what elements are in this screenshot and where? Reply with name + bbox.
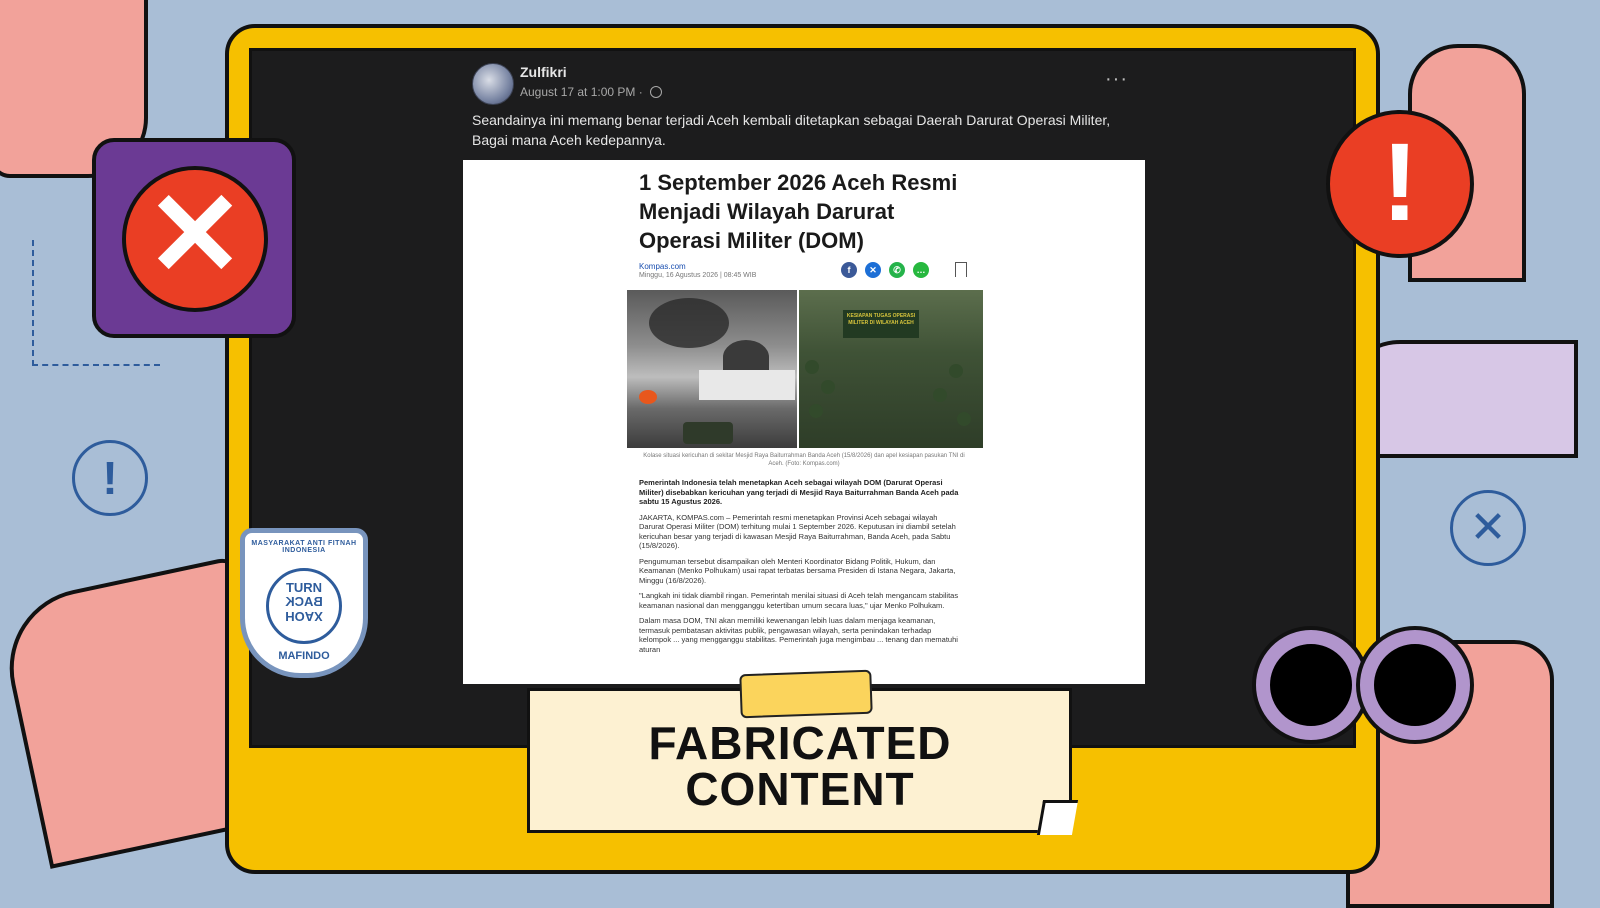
- more-options-icon[interactable]: ···: [1105, 68, 1128, 91]
- close-icon: ✕: [122, 166, 268, 312]
- soldier-shape: [933, 388, 947, 402]
- smoke-shape: [649, 298, 729, 348]
- binocular-lens: [1360, 630, 1470, 740]
- article-paragraph: Dalam masa DOM, TNI akan memiliki kewena…: [639, 616, 958, 654]
- troops-banner: KESIAPAN TUGAS OPERASI MILITER DI WILAYA…: [843, 310, 919, 338]
- article-body: Pemerintah Indonesia telah menetapkan Ac…: [639, 478, 959, 660]
- logo-ring-text: MASYARAKAT ANTI FITNAH INDONESIA: [251, 540, 357, 554]
- bookmark-icon: [955, 262, 967, 277]
- soldier-shape: [821, 380, 835, 394]
- post-author[interactable]: Zulfikri: [520, 64, 567, 80]
- logo-core-line: TURN: [285, 580, 323, 595]
- soldier-shape: [805, 360, 819, 374]
- logo-core: TURN BACK HOAX: [266, 568, 342, 644]
- soldier-shape: [949, 364, 963, 378]
- article-headline: 1 September 2026 Aceh Resmi Menjadi Wila…: [639, 170, 958, 253]
- binocular-lens: [1256, 630, 1366, 740]
- verdict-line-1: FABRICATED: [648, 717, 952, 769]
- binoculars-icon: [1256, 630, 1506, 740]
- article-source: Kompas.com: [639, 262, 686, 271]
- page-fold-decoration: [1036, 800, 1079, 835]
- verdict-label: FABRICATED CONTENT: [560, 720, 1040, 812]
- logo-core-line: BACK: [285, 594, 323, 609]
- soldier-shape: [957, 412, 971, 426]
- speech-alert-icon: !: [72, 440, 148, 516]
- mosque-body-shape: [699, 370, 795, 400]
- line-icon: …: [913, 262, 929, 278]
- logo-bottom-text: MAFINDO: [278, 650, 330, 662]
- x-icon: ✕: [865, 262, 881, 278]
- article-lead: Pemerintah Indonesia telah menetapkan Ac…: [639, 478, 959, 506]
- article-paragraph: "Langkah ini tidak diambil ringan. Pemer…: [639, 591, 959, 610]
- armored-vehicle-shape: [683, 422, 733, 444]
- article-date: Minggu, 16 Agustus 2026 | 08:45 WIB: [639, 272, 757, 279]
- verdict-line-2: CONTENT: [685, 763, 915, 815]
- timestamp-text: August 17 at 1:00 PM ·: [520, 85, 647, 99]
- soldier-shape: [809, 404, 823, 418]
- alert-icon: !: [1326, 110, 1474, 258]
- speech-x-icon: ✕: [1450, 490, 1526, 566]
- tape-decoration: [739, 669, 873, 719]
- fire-shape: [639, 390, 657, 404]
- article-image[interactable]: 1 September 2026 Aceh Resmi Menjadi Wila…: [463, 160, 1145, 684]
- avatar[interactable]: [472, 63, 514, 105]
- whatsapp-icon: ✆: [889, 262, 905, 278]
- post-timestamp[interactable]: August 17 at 1:00 PM ·: [520, 85, 663, 99]
- photo-caption: Kolase situasi kericuhan di sekitar Mesj…: [643, 453, 965, 467]
- globe-icon: [650, 86, 663, 98]
- post-caption: Seandainya ini memang benar terjadi Aceh…: [472, 112, 1111, 148]
- article-paragraph: JAKARTA, KOMPAS.com – Pemerintah resmi m…: [639, 512, 956, 551]
- article-paragraph: Pengumuman tersebut disampaikan oleh Men…: [639, 556, 956, 585]
- logo-core-line: HOAX: [285, 609, 323, 624]
- mosque-dome-shape: [723, 340, 769, 374]
- facebook-icon: f: [841, 262, 857, 278]
